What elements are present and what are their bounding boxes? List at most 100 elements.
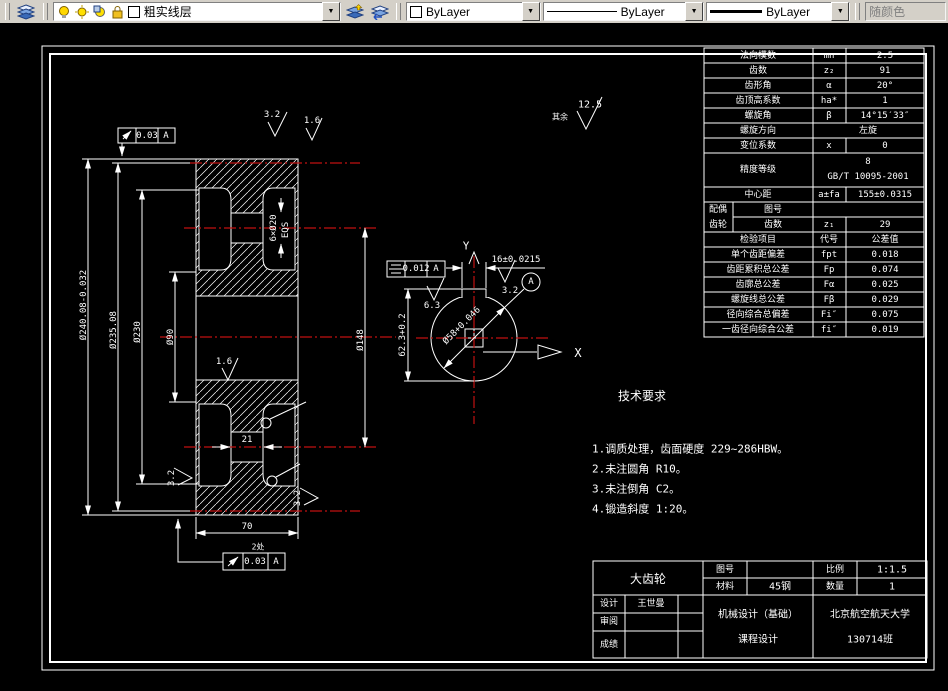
roughness-rest-label: 其余 [552,112,568,122]
toolbar-grip[interactable] [5,3,10,20]
table-cell: 中心距 [744,188,771,200]
table-cell: ha* [821,96,837,106]
lineweight-control-dropdown[interactable]: ByLayer ▼ [706,2,851,21]
layer-manager-button[interactable] [15,2,38,22]
table-cell: 图号 [764,204,782,215]
table-cell: 齿轮 [709,218,727,230]
general-roughness-note: 其余 12.5 [552,96,603,131]
table-cell: 变位系数 [740,139,776,151]
toolbar-grip[interactable] [42,3,48,20]
layer-dropdown[interactable]: 粗实线层 ▼ [52,2,342,21]
lock-icon[interactable] [111,5,124,19]
bore-end-view[interactable]: Y X [416,240,582,425]
gdt-top-datum: A [163,131,169,141]
dim-keyway-width: 16±0.0215 [492,255,541,265]
table-cell: 2.5 [877,51,893,61]
roughness-top-face: 3.2 [264,110,280,120]
designer-name: 王世曼 [637,597,664,609]
table-cell: a±fa [818,190,840,200]
table-cell: 公差值 [871,233,898,245]
title-block: 大齿轮 图号 比例 1:1.5 材料 45钢 数量 1 设计 王世曼 审阅 成绩… [592,560,928,659]
layer-color-swatch [127,5,140,18]
current-lineweight-value: ByLayer [766,4,811,19]
layer-dropdown-arrow[interactable]: ▼ [322,2,341,21]
table-cell: GB/T 10095-2001 [827,172,908,182]
table-cell: 0.074 [871,265,898,275]
technical-requirements: 技术要求 1.调质处理，齿面硬度 229~286HBW。 2.未注圆角 R10。… [592,389,788,516]
axis-y-label: Y [463,240,470,253]
viewport-freeze-icon[interactable] [93,5,107,19]
linetype-dropdown-arrow[interactable]: ▼ [685,2,704,21]
table-cell: x [826,141,832,151]
toolbar-grip[interactable] [855,3,861,20]
table-cell: 齿廓总公差 [735,278,780,290]
table-cell: 左旋 [859,124,877,136]
sun-icon[interactable] [74,4,89,19]
gdt-bottom-value: 0.03 [244,557,266,567]
drawing-no-label: 图号 [716,564,734,575]
table-cell: z₁ [824,220,835,230]
make-layer-current-button[interactable] [343,2,366,22]
dim-keyway-depth: 62.3+0.2 [398,313,408,356]
table-cell: 0.019 [871,325,898,335]
review-label: 审阅 [600,615,618,627]
current-plotstyle-value: 随颜色 [869,5,906,19]
table-cell: Fα [824,280,835,290]
table-cell: 法向模数 [740,49,776,61]
table-cell: mn [824,51,835,61]
material-value: 45钢 [769,580,791,593]
circular-runout-icon [122,130,132,140]
table-cell: z₂ [824,66,835,76]
dim-reference-diameter: Ø235.08 [108,311,119,349]
dim-web-thickness: 21 [242,435,253,445]
table-cell: 齿顶高系数 [735,94,780,106]
table-cell: 0.018 [871,250,898,260]
table-cell: fpt [821,250,837,260]
drawing-canvas[interactable]: Ø240.08-0.032 Ø235.08 Ø230 Ø90 Ø148 6×Ø2… [0,0,948,691]
roughness-top-side: 1.6 [304,116,320,126]
current-linetype-value: ByLayer [620,4,665,19]
table-cell: 螺旋角 [744,109,771,121]
part-name: 大齿轮 [630,572,666,586]
gdt-top-value: 0.03 [136,131,158,141]
dim-holes: 6×Ø20 [268,214,279,241]
table-cell: 155±0.0315 [858,190,912,200]
bore-section [195,295,299,381]
lineweight-dropdown-arrow[interactable]: ▼ [831,2,850,21]
table-cell: 0 [882,141,887,151]
table-cell: 齿形角 [744,79,771,91]
layer-previous-button[interactable] [368,2,391,22]
table-cell: 29 [880,220,891,230]
layers-icon [17,3,36,20]
plotstyle-control-dropdown: 随颜色 [865,2,946,21]
dim-holes-note: EQS [281,222,291,238]
color-control-dropdown[interactable]: ByLayer ▼ [405,2,541,21]
tech-req-item: 1.调质处理，齿面硬度 229~286HBW。 [592,442,788,456]
table-cell: α [826,81,832,91]
color-dropdown-arrow[interactable]: ▼ [521,2,540,21]
circular-runout-icon [227,556,239,567]
symmetry-icon [389,264,403,274]
table-cell: 0.029 [871,295,898,305]
gdt-bottom-datum: A [273,557,279,567]
table-cell: β [826,111,831,121]
table-cell: 精度等级 [740,163,776,175]
course-name-line1: 机械设计（基础） [718,608,798,621]
table-cell: 检验项目 [740,233,776,245]
gdt-runout-top: 0.03 A [117,127,176,157]
organization-name: 北京航空航天大学 [830,608,910,621]
table-cell: 0.025 [871,280,898,290]
scale-value: 1:1.5 [877,565,907,576]
table-cell: 91 [880,66,891,76]
bulb-icon[interactable] [57,5,71,19]
toolbar-grip[interactable] [396,3,401,20]
scale-label: 比例 [826,563,844,575]
linetype-control-dropdown[interactable]: ByLayer ▼ [542,2,705,21]
gear-parameter-table: 法向模数 mn 2.5 齿数 z₂ 91 齿形角 α 20° 齿顶高系数 ha*… [703,47,925,338]
make-layer-current-icon [345,3,364,19]
dim-tip-diameter: Ø240.08-0.032 [78,270,89,340]
linetype-sample [546,11,617,12]
gdt-symmetry-datum: A [433,264,439,274]
dim-rim-inner-diameter: Ø230 [132,321,143,343]
current-color-value: ByLayer [425,4,471,19]
